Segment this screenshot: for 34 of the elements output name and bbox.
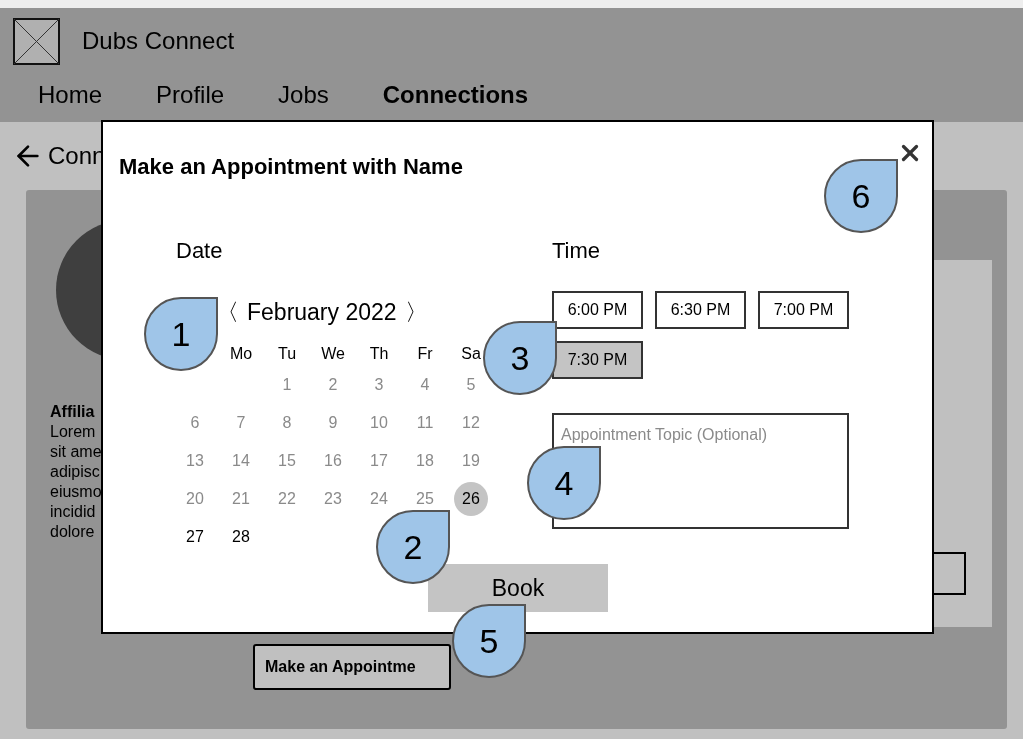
calendar-day[interactable]: 27 <box>186 527 204 546</box>
book-button[interactable]: Book <box>428 564 608 612</box>
next-month-button[interactable]: 〉 <box>404 295 428 330</box>
image-placeholder-icon <box>13 17 60 65</box>
month-label: February 2022 <box>247 298 397 327</box>
date-label: Date <box>176 237 224 265</box>
app-title: Dubs Connect <box>82 26 235 56</box>
profile-text-line: eiusmo <box>50 482 102 502</box>
previous-month-button[interactable]: 〈 <box>216 295 239 330</box>
time-slot-button[interactable]: 6:30 PM <box>655 291 746 329</box>
weekday-label: We <box>321 343 345 364</box>
weekday-label: Sa <box>461 343 481 364</box>
profile-text-line: sit ame <box>50 442 102 462</box>
profile-text-line: incidid <box>50 502 97 522</box>
calendar-day[interactable]: 26 <box>454 481 488 516</box>
nav-tab[interactable]: Home <box>38 77 103 113</box>
time-slot-button[interactable]: 7:30 PM <box>552 341 643 379</box>
time-label: Time <box>552 237 602 265</box>
affiliation-heading: Affilia <box>50 402 96 422</box>
make-appointment-button[interactable]: Make an Appointme <box>253 644 451 690</box>
nav-tab[interactable]: Jobs <box>278 77 329 113</box>
weekday-label: Mo <box>229 343 253 364</box>
profile-text-line: adipisc <box>50 462 101 482</box>
weekday-label: Th <box>369 343 389 364</box>
profile-text-line: Lorem <box>50 422 97 442</box>
time-slot-button[interactable]: 7:00 PM <box>758 291 849 329</box>
dialog-title: Make an Appointment with Name <box>119 154 463 179</box>
profile-text-line: dolore <box>50 522 96 542</box>
nav-tab[interactable]: Connections <box>382 77 529 113</box>
weekday-label: Tu <box>277 343 297 364</box>
calendar-day[interactable]: 28 <box>232 527 250 546</box>
time-slot-button[interactable]: 6:00 PM <box>552 291 643 329</box>
weekday-label: Fr <box>417 343 433 364</box>
nav-tab[interactable]: Profile <box>156 77 225 113</box>
